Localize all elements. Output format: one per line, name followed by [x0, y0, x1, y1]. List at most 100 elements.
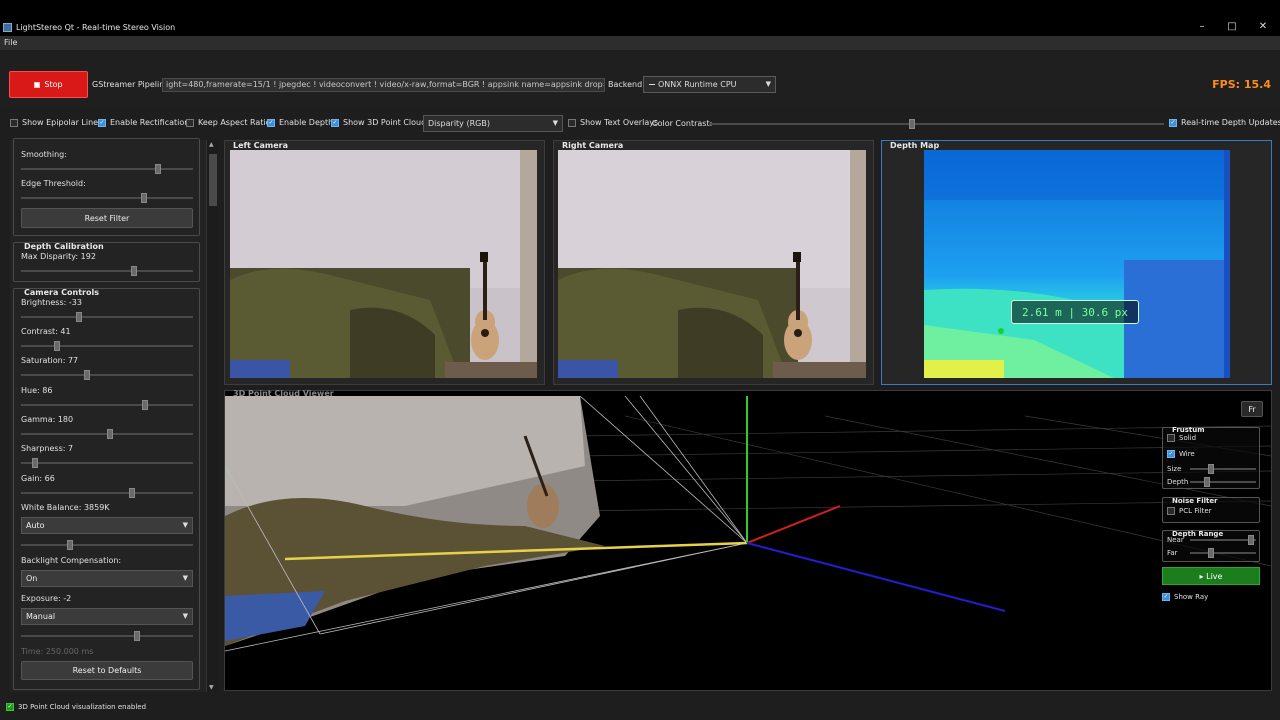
minimize-button[interactable]: – [1192, 19, 1212, 35]
slider-handle[interactable] [1248, 535, 1254, 545]
wire-checkbox[interactable]: ✓ Wire [1167, 450, 1195, 458]
pcl-filter-checkbox[interactable]: ✓ PCL Filter [1167, 507, 1212, 515]
backlight-select[interactable]: On ▼ [21, 570, 193, 587]
slider-handle[interactable] [1208, 548, 1214, 558]
mode-value: Disparity (RGB) [428, 119, 490, 128]
scrollbar-thumb[interactable] [209, 154, 217, 206]
settings-scrollbar[interactable]: ▲ ▼ [206, 140, 218, 692]
white-balance-slider[interactable] [21, 540, 193, 550]
depth-readout: 2.61 m | 30.6 px [1011, 300, 1139, 324]
checkbox-icon: ✓ [267, 118, 275, 127]
slider-handle[interactable] [131, 266, 137, 276]
backend-select[interactable]: ONNX Runtime CPU ▼ [643, 76, 776, 93]
slider-handle[interactable] [142, 400, 148, 410]
app-icon [3, 23, 12, 32]
slider-handle[interactable] [107, 429, 113, 439]
enable-depth-checkbox[interactable]: ✓ Enable Depth [267, 118, 333, 127]
slider-handle[interactable] [155, 164, 161, 174]
keep-aspect-checkbox[interactable]: ✓ Keep Aspect Ratio [186, 118, 271, 127]
slider-handle[interactable] [32, 458, 38, 468]
reset-defaults-button[interactable]: Reset to Defaults [21, 661, 193, 680]
far-label: Far [1167, 549, 1178, 557]
show-3d-label: Show 3D Point Cloud [343, 118, 427, 127]
max-disparity-slider[interactable] [21, 266, 193, 276]
slider-handle[interactable] [1204, 477, 1210, 487]
enable-depth-label: Enable Depth [279, 118, 334, 127]
hue-slider[interactable] [21, 400, 193, 410]
scroll-up-icon[interactable]: ▲ [209, 141, 214, 148]
color-contrast-slider[interactable] [709, 119, 1164, 129]
scroll-down-icon[interactable]: ▼ [209, 684, 214, 691]
contrast-slider[interactable] [21, 341, 193, 351]
slider-handle[interactable] [67, 540, 73, 550]
slider-handle[interactable] [134, 631, 140, 641]
brightness-label: Brightness: -33 [21, 298, 82, 307]
chevron-down-icon: ▼ [765, 80, 771, 88]
show-epipolar-label: Show Epipolar Lines [22, 118, 103, 127]
checkbox-icon: ✓ [10, 118, 18, 127]
size-slider[interactable] [1190, 464, 1256, 474]
size-label: Size [1167, 465, 1182, 473]
pipeline-input[interactable]: ight=480,framerate=15/1 ! jpegdec ! vide… [162, 78, 605, 92]
solid-label: Solid [1179, 434, 1197, 442]
keep-aspect-label: Keep Aspect Ratio [198, 118, 271, 127]
show-epipolar-checkbox[interactable]: ✓ Show Epipolar Lines [10, 118, 102, 127]
slider-handle[interactable] [909, 119, 915, 129]
white-balance-select[interactable]: Auto ▼ [21, 517, 193, 534]
slider-handle[interactable] [141, 193, 147, 203]
point-cloud-render[interactable] [225, 396, 1271, 690]
menu-file[interactable]: File [4, 38, 17, 47]
saturation-slider[interactable] [21, 370, 193, 380]
edge-threshold-slider[interactable] [21, 193, 193, 203]
smoothing-label: Smoothing: [21, 150, 67, 159]
display-mode-select[interactable]: Disparity (RGB) ▼ [423, 115, 563, 132]
enable-rectification-checkbox[interactable]: ✓ Enable Rectification [98, 118, 189, 127]
white-balance-label: White Balance: 3859K [21, 503, 110, 512]
frustum-title: Frustum [1172, 426, 1205, 434]
sharpness-label: Sharpness: 7 [21, 444, 74, 453]
exposure-select[interactable]: Manual ▼ [21, 608, 193, 625]
slider-handle[interactable] [129, 488, 135, 498]
gamma-slider[interactable] [21, 429, 193, 439]
stop-button[interactable]: Stop [9, 71, 88, 98]
backlight-value: On [26, 574, 38, 583]
show-text-overlays-checkbox[interactable]: ✓ Show Text Overlays [568, 118, 658, 127]
close-button[interactable]: ✕ [1253, 19, 1273, 35]
frustum-depth-slider[interactable] [1190, 477, 1256, 487]
exposure-label: Exposure: -2 [21, 594, 72, 603]
solid-checkbox[interactable]: ✓ Solid [1167, 434, 1196, 442]
reset-filter-button[interactable]: Reset Filter [21, 208, 193, 228]
slider-handle[interactable] [84, 370, 90, 380]
sharpness-slider[interactable] [21, 458, 193, 468]
stop-icon [34, 81, 41, 88]
far-slider[interactable] [1190, 548, 1256, 558]
slider-handle[interactable] [76, 312, 82, 322]
edge-threshold-label: Edge Threshold: [21, 179, 86, 188]
maximize-button[interactable]: □ [1222, 19, 1242, 35]
noise-filter-title: Noise Filter [1172, 497, 1218, 505]
slider-handle[interactable] [54, 341, 60, 351]
right-camera-title: Right Camera [562, 141, 624, 150]
menu-bar: File [0, 36, 1280, 50]
depth-calibration-title: Depth Calibration [24, 242, 104, 251]
status-bar: ✓ 3D Point Cloud visualization enabled [0, 700, 1280, 720]
realtime-depth-checkbox[interactable]: ✓ Real-time Depth Updates [1169, 118, 1280, 127]
depth-map-image [924, 150, 1230, 378]
show-ray-checkbox[interactable]: ✓ Show Ray [1162, 593, 1208, 601]
brightness-slider[interactable] [21, 312, 193, 322]
checkbox-icon: ✓ [331, 118, 339, 127]
live-button[interactable]: ▸ Live [1162, 567, 1260, 585]
slider-handle[interactable] [1208, 464, 1214, 474]
contrast-label: Contrast: 41 [21, 327, 71, 336]
smoothing-slider[interactable] [21, 164, 193, 174]
frustum-toggle-button[interactable]: Fr [1241, 401, 1263, 417]
onnx-icon [649, 84, 655, 85]
gain-slider[interactable] [21, 488, 193, 498]
enable-rectification-label: Enable Rectification [110, 118, 190, 127]
chevron-down-icon: ▼ [182, 521, 188, 529]
near-slider[interactable] [1190, 535, 1256, 545]
show-3d-checkbox[interactable]: ✓ Show 3D Point Cloud [331, 118, 426, 127]
backend-label: Backend: [608, 80, 645, 89]
exposure-slider[interactable] [21, 631, 193, 641]
pcl-filter-label: PCL Filter [1179, 507, 1212, 515]
